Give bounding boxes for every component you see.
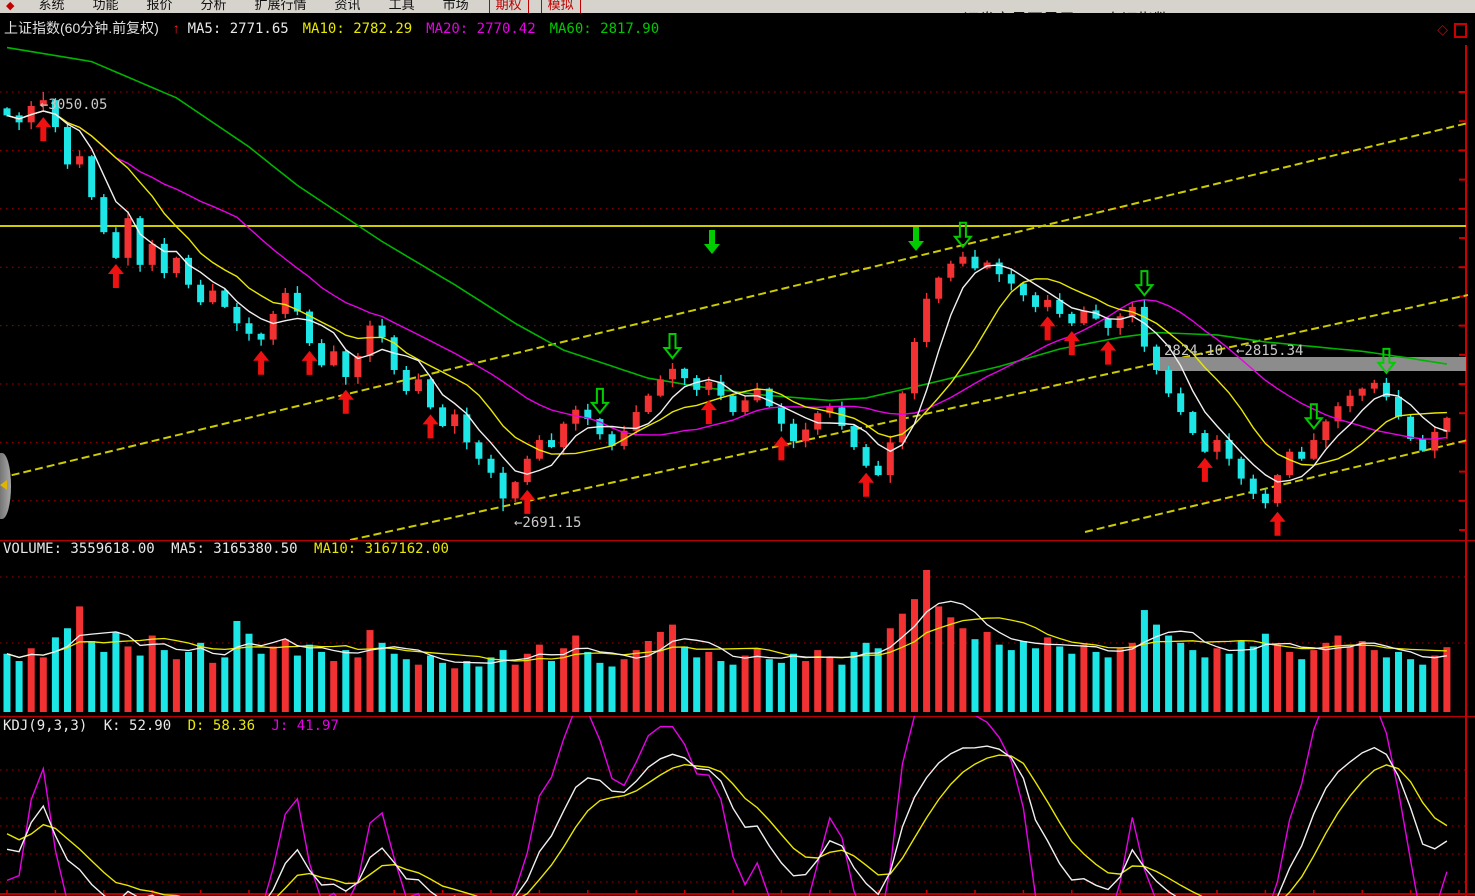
volume-chart-canvas[interactable] (0, 540, 1475, 716)
ma10-value: MA10: 2782.29 (303, 21, 413, 37)
app-icon[interactable]: ◆ (6, 0, 14, 12)
price-label-1: ←2691.15 (514, 515, 581, 531)
bottom-axis (0, 890, 1475, 894)
sell-signal-arrows (592, 223, 1395, 429)
price-label-0: ←3050.05 (40, 97, 107, 113)
main-chart-canvas[interactable]: ←3050.05 ←2691.15 2824.10 ←2815.34 (0, 45, 1475, 540)
trendlines (0, 123, 1468, 540)
price-labels: ←3050.05 ←2691.15 2824.10 ←2815.34 (40, 97, 1303, 531)
kdj-k-value: K: 52.90 (104, 718, 171, 734)
buy-signal-icon: ↑ (173, 20, 180, 36)
kdj-params: KDJ(9,3,3) (3, 718, 87, 734)
kdj-gridlines (0, 770, 1466, 882)
expand-left-icon (0, 480, 7, 490)
ma5-value: MA5: 2771.65 (188, 21, 289, 37)
kdj-k-line (7, 746, 1447, 896)
trading-app-window: ◆系统功能报价分析扩展行情资讯工具市场期权模拟 证券交易不显示 上证指数 上证指… (0, 0, 1475, 896)
menu-item-3[interactable]: 分析 (201, 0, 227, 13)
price-gridlines (0, 92, 1466, 501)
menu-item-6[interactable]: 工具 (389, 0, 415, 13)
menu-item-boxed-0[interactable]: 期权 (489, 0, 529, 14)
price-label-3: ←2815.34 (1236, 343, 1303, 359)
menu-item-5[interactable]: 资讯 (335, 0, 361, 13)
volume-ma10-value: MA10: 3167162.00 (314, 541, 449, 557)
kdj-header: KDJ(9,3,3) K: 52.90 D: 58.36 J: 41.97 (3, 718, 347, 734)
restore-window-icon[interactable] (1454, 23, 1467, 38)
volume-value: VOLUME: 3559618.00 (3, 541, 155, 557)
menu-item-2[interactable]: 报价 (147, 0, 173, 13)
kdj-j-value: J: 41.97 (271, 718, 338, 734)
menu-item-1[interactable]: 功能 (92, 0, 118, 13)
kdj-j-line (7, 716, 1447, 896)
ma60-value: MA60: 2817.90 (550, 21, 660, 37)
menu-item-4[interactable]: 扩展行情 (255, 0, 307, 13)
volume-gridlines (0, 577, 1466, 643)
chart-title-bar: 上证指数(60分钟.前复权) ↑ MA5: 2771.65 MA10: 2782… (0, 13, 1475, 45)
price-label-2: 2824.10 (1164, 343, 1223, 359)
ma20-value: MA20: 2770.42 (426, 21, 536, 37)
price-axis (1459, 45, 1466, 540)
diamond-icon[interactable]: ◇ (1437, 21, 1448, 37)
kdj-chart-canvas[interactable] (0, 716, 1475, 896)
menu-item-0[interactable]: 系统 (38, 0, 64, 13)
chart-title: 上证指数(60分钟.前复权) (4, 20, 159, 36)
menu-item-boxed-1[interactable]: 模拟 (541, 0, 581, 14)
volume-header: VOLUME: 3559618.00 MA5: 3165380.50 MA10:… (3, 541, 457, 557)
kdj-d-value: D: 58.36 (188, 718, 255, 734)
menu-item-7[interactable]: 市场 (443, 0, 469, 13)
menu-bar: ◆系统功能报价分析扩展行情资讯工具市场期权模拟 证券交易不显示 上证指数 (0, 0, 1475, 14)
volume-ma5-value: MA5: 3165380.50 (171, 541, 297, 557)
